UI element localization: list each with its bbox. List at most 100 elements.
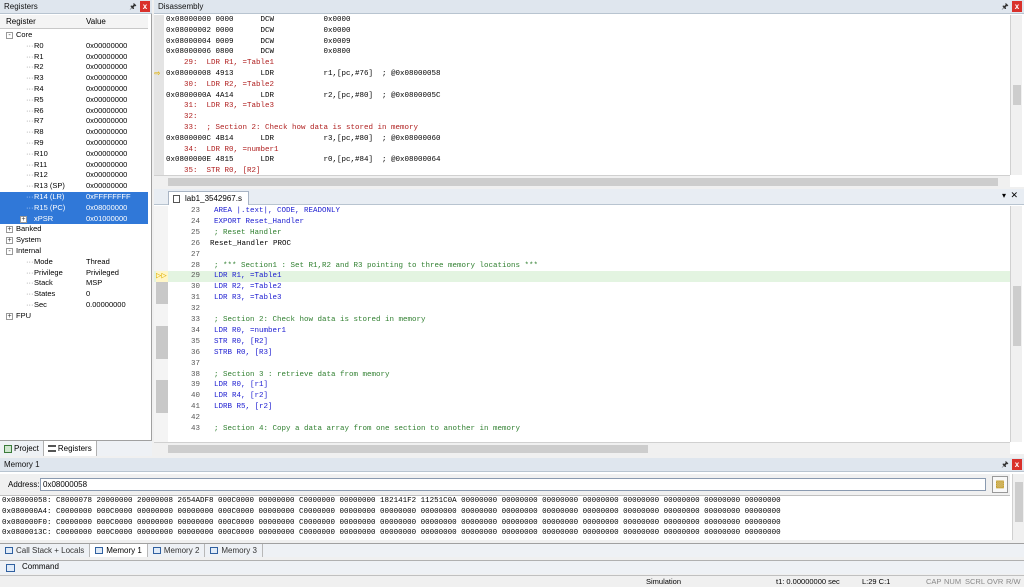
register-value[interactable]: 0x00000000 — [86, 52, 127, 63]
code-line[interactable]: 37 — [154, 359, 1010, 370]
disassembly-line[interactable]: 0x0800000A 4A14 LDR r2,[pc,#80] ; @0x080… — [166, 91, 441, 102]
register-value[interactable]: 0x08000000 — [86, 203, 127, 214]
code-line[interactable]: 35STR R0, [R2] — [154, 337, 1010, 348]
pin-icon[interactable]: 🖈︎ — [1000, 1, 1010, 12]
tab-memory-3[interactable]: Memory 3 — [205, 544, 263, 557]
disassembly-line[interactable]: 0x08000006 0800 DCW 0x0800 — [166, 47, 351, 58]
lock-icon[interactable]: ▩ — [992, 476, 1008, 493]
register-value[interactable]: 0x00000000 — [86, 116, 127, 127]
code-line[interactable]: 25; Reset Handler — [154, 228, 1010, 239]
source-line[interactable]: 35: STR R0, [R2] — [166, 166, 261, 175]
code-line[interactable]: 28; *** Section1 : Set R1,R2 and R3 poin… — [154, 261, 1010, 272]
register-value[interactable]: 0x00000000 — [86, 170, 127, 181]
disassembly-line[interactable]: 0x0800000E 4815 LDR r0,[pc,#84] ; @0x080… — [166, 155, 441, 166]
code-line[interactable]: 30LDR R2, =Table2 — [154, 282, 1010, 293]
register-value[interactable]: 0x00000000 — [86, 149, 127, 160]
register-row[interactable]: ···R120x00000000 — [0, 170, 148, 181]
breakpoint-margin[interactable] — [156, 282, 168, 293]
register-row[interactable]: +xPSR0x01000000 — [0, 214, 148, 225]
code-line[interactable]: 39LDR R0, [r1] — [154, 380, 1010, 391]
register-row[interactable]: ···R70x00000000 — [0, 116, 148, 127]
editor-vscrollbar[interactable] — [1010, 206, 1022, 442]
source-line[interactable]: 33: ; Section 2: Check how data is store… — [166, 123, 418, 134]
memory-vscrollbar[interactable] — [1012, 474, 1024, 540]
code-line[interactable]: 23AREA |.text|, CODE, READONLY — [154, 206, 1010, 217]
register-value[interactable]: 0 — [86, 289, 90, 300]
editor-hscrollbar[interactable] — [154, 442, 1010, 454]
code-line[interactable]: 27 — [154, 250, 1010, 261]
source-line[interactable]: 31: LDR R3, =Table3 — [166, 101, 274, 112]
editor-file-tab[interactable]: lab1_3542967.s — [168, 191, 249, 205]
register-row[interactable]: ···R50x00000000 — [0, 95, 148, 106]
code-line[interactable]: 43; Section 4: Copy a data array from on… — [154, 424, 1010, 435]
register-row[interactable]: ···PrivilegePrivileged — [0, 268, 148, 279]
register-row[interactable]: +System — [0, 235, 148, 246]
disassembly-vscrollbar[interactable] — [1010, 15, 1022, 175]
code-line[interactable]: 36STRB R0, [R3] — [154, 348, 1010, 359]
register-row[interactable]: ···R15 (PC)0x08000000 — [0, 203, 148, 214]
register-row[interactable]: ···R100x00000000 — [0, 149, 148, 160]
collapse-icon[interactable]: - — [6, 32, 13, 39]
register-row[interactable]: ···States0 — [0, 289, 148, 300]
code-line[interactable]: 41LDRB R5, [r2] — [154, 402, 1010, 413]
tab-memory-1[interactable]: Memory 1 — [90, 544, 148, 557]
code-line[interactable]: 31LDR R3, =Table3 — [154, 293, 1010, 304]
register-value[interactable]: 0x00000000 — [86, 138, 127, 149]
close-icon[interactable]: ✕ — [1010, 190, 1018, 201]
register-row[interactable]: ···R13 (SP)0x00000000 — [0, 181, 148, 192]
code-editor[interactable]: 23AREA |.text|, CODE, READONLY24EXPORT R… — [154, 206, 1010, 442]
register-row[interactable]: ···R90x00000000 — [0, 138, 148, 149]
register-row[interactable]: ···R60x00000000 — [0, 106, 148, 117]
code-line[interactable]: ▷▷29LDR R1, =Table1 — [154, 271, 1010, 282]
register-value[interactable]: 0x00000000 — [86, 84, 127, 95]
register-value[interactable]: 0x01000000 — [86, 214, 127, 225]
register-row[interactable]: ···R00x00000000 — [0, 41, 148, 52]
code-line[interactable]: 24EXPORT Reset_Handler — [154, 217, 1010, 228]
breakpoint-margin[interactable] — [156, 293, 168, 304]
disassembly-line[interactable]: 0x0800000C 4B14 LDR r3,[pc,#80] ; @0x080… — [166, 134, 441, 145]
code-line[interactable]: 33; Section 2: Check how data is stored … — [154, 315, 1010, 326]
code-line[interactable]: 26Reset_Handler PROC — [154, 239, 1010, 250]
disassembly-line[interactable]: 0x08000004 0009 DCW 0x0009 — [166, 37, 351, 48]
register-value[interactable]: 0.00000000 — [86, 300, 126, 311]
register-row[interactable]: +Banked — [0, 224, 148, 235]
register-row[interactable]: ···Sec0.00000000 — [0, 300, 148, 311]
col-register[interactable]: Register — [6, 15, 36, 29]
source-line[interactable]: 32: — [166, 112, 198, 123]
disassembly-hscrollbar[interactable] — [154, 175, 1010, 187]
disassembly-line[interactable]: 0x08000002 0000 DCW 0x0000 — [166, 26, 351, 37]
register-row[interactable]: -Internal — [0, 246, 148, 257]
expand-icon[interactable]: + — [20, 216, 27, 223]
register-value[interactable]: Privileged — [86, 268, 119, 279]
close-icon[interactable]: x — [1012, 459, 1022, 470]
scroll-thumb[interactable] — [1015, 482, 1023, 522]
register-row[interactable]: ···R80x00000000 — [0, 127, 148, 138]
collapse-icon[interactable]: - — [6, 248, 13, 255]
memory-row[interactable]: 0x080000F0: C0000000 000C0000 00000000 0… — [2, 518, 1012, 529]
memory-row[interactable]: 0x0800013C: C0000000 000C0000 00000000 0… — [2, 528, 1012, 539]
register-row[interactable]: ···R10x00000000 — [0, 52, 148, 63]
register-value[interactable]: 0x00000000 — [86, 41, 127, 52]
register-value[interactable]: 0x00000000 — [86, 62, 127, 73]
expand-icon[interactable]: + — [6, 226, 13, 233]
register-row[interactable]: ···R30x00000000 — [0, 73, 148, 84]
tab-call-stack-locals[interactable]: Call Stack + Locals — [0, 544, 90, 557]
scroll-thumb[interactable] — [1013, 286, 1021, 346]
disassembly-line[interactable]: 0x08000000 0000 DCW 0x0000 — [166, 15, 351, 26]
breakpoint-margin[interactable] — [156, 337, 168, 348]
tab-command[interactable]: Command — [22, 562, 59, 571]
disassembly-view[interactable]: 0x08000000 0000 DCW 0x00000x08000002 000… — [154, 15, 1010, 175]
code-line[interactable]: 34LDR R0, =number1 — [154, 326, 1010, 337]
col-value[interactable]: Value — [86, 15, 106, 29]
code-line[interactable]: 32 — [154, 304, 1010, 315]
register-value[interactable]: 0x00000000 — [86, 127, 127, 138]
code-line[interactable]: 38; Section 3 : retrieve data from memor… — [154, 370, 1010, 381]
register-value[interactable]: 0x00000000 — [86, 181, 127, 192]
register-row[interactable]: -Core — [0, 30, 148, 41]
scroll-thumb[interactable] — [168, 178, 998, 186]
tab-project[interactable]: Project — [0, 441, 44, 456]
register-value[interactable]: 0x00000000 — [86, 160, 127, 171]
register-value[interactable]: 0x00000000 — [86, 95, 127, 106]
source-line[interactable]: 30: LDR R2, =Table2 — [166, 80, 274, 91]
source-line[interactable]: 34: LDR R0, =number1 — [166, 145, 279, 156]
